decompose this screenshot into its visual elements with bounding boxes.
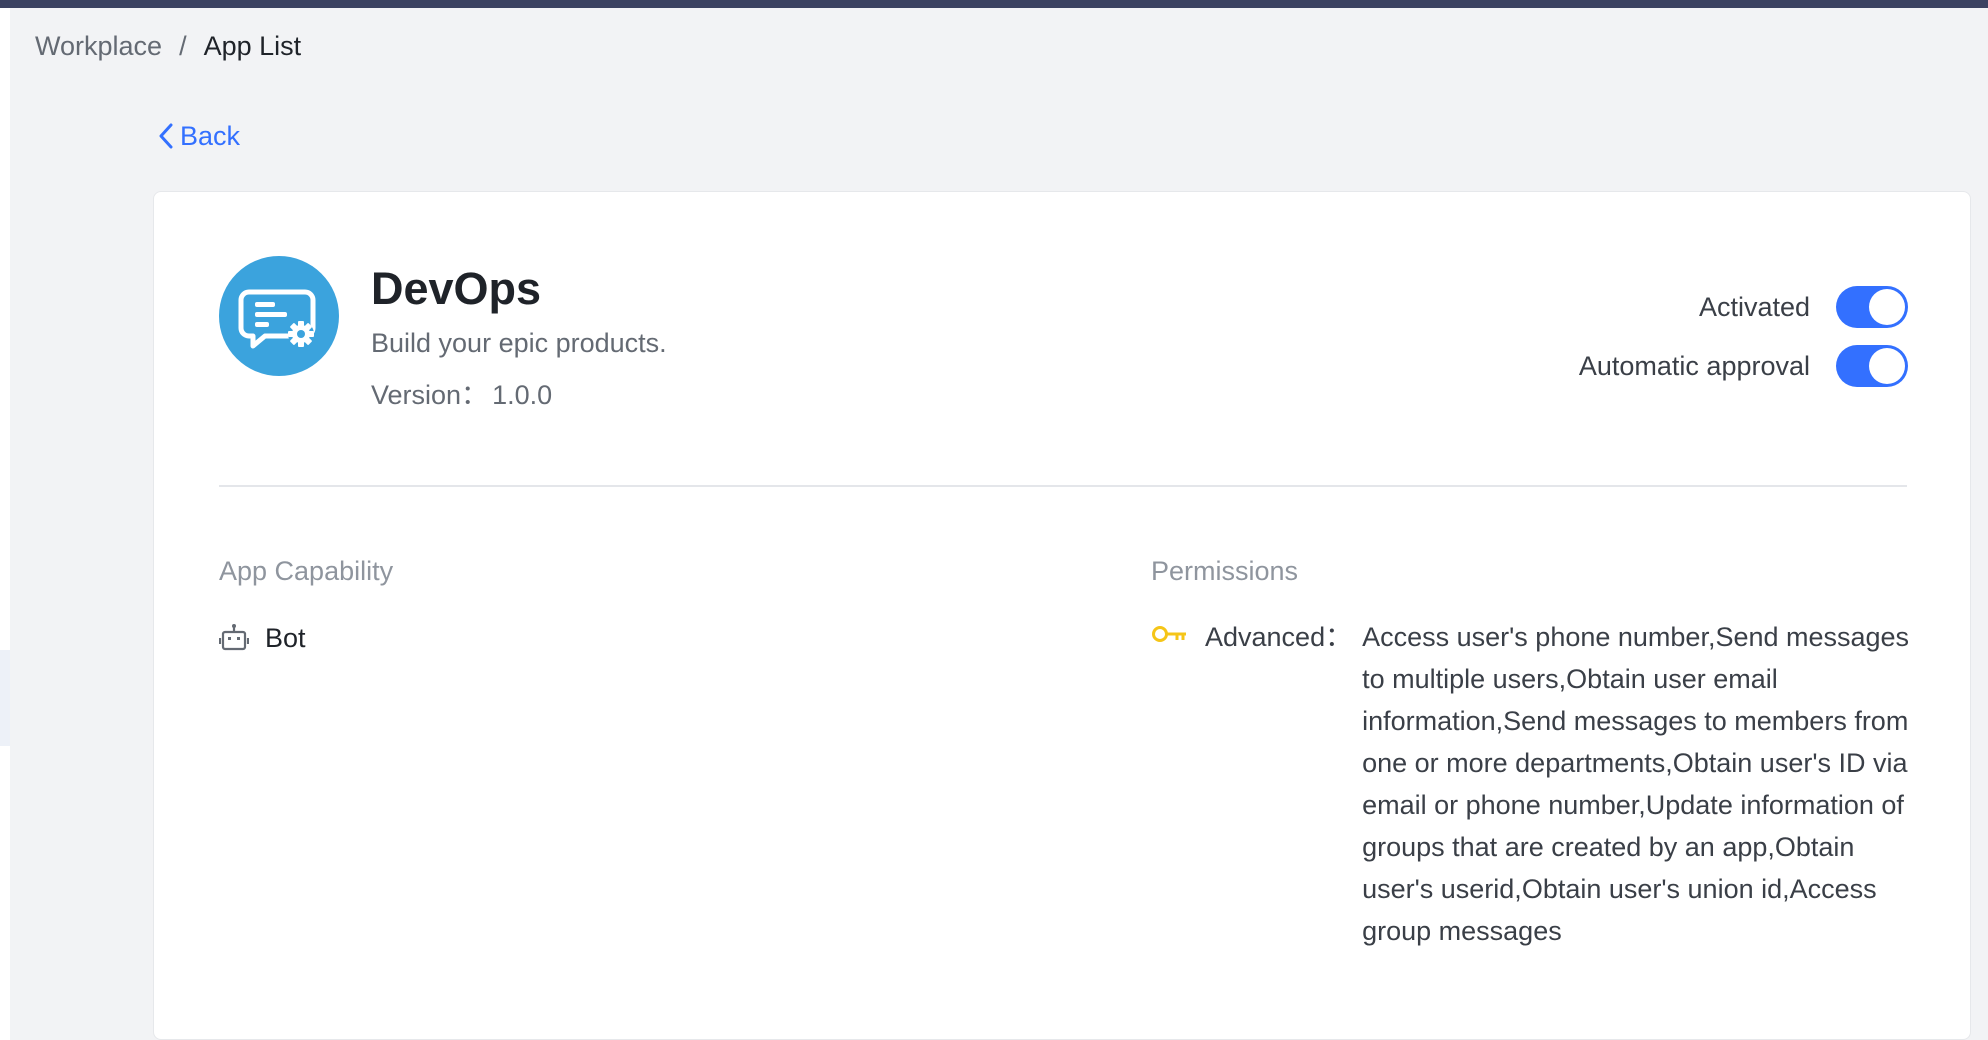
- chat-bot-gear-icon: [238, 289, 316, 349]
- breadcrumb: Workplace / App List: [35, 28, 301, 64]
- permission-description: Access user's phone number,Send messages…: [1362, 622, 1910, 946]
- app-description: Build your epic products.: [371, 328, 667, 358]
- capability-item-bot: Bot: [219, 620, 306, 656]
- version-label: Version：: [371, 380, 489, 410]
- app-name: DevOps: [371, 263, 542, 314]
- robot-icon: [219, 624, 249, 651]
- divider: [219, 485, 1907, 487]
- automatic-approval-toggle-row: Automatic approval: [1579, 344, 1908, 388]
- app-detail-card: DevOps Build your epic products. Version…: [153, 191, 1971, 1040]
- automatic-approval-switch[interactable]: [1836, 345, 1908, 387]
- activated-label: Activated: [1698, 291, 1810, 322]
- permission-item-advanced: Advanced： Access user's phone number,Sen…: [1151, 616, 1920, 952]
- permission-level-label: Advanced：: [1205, 622, 1353, 652]
- back-label: Back: [180, 120, 241, 151]
- chevron-left-icon: [159, 123, 173, 149]
- switch-knob: [1869, 348, 1905, 384]
- capability-label: Bot: [265, 622, 306, 653]
- breadcrumb-separator: /: [179, 30, 187, 61]
- version-value: 1.0.0: [492, 380, 553, 410]
- automatic-approval-label: Automatic approval: [1578, 350, 1810, 381]
- permissions-title: Permissions: [1151, 556, 1299, 586]
- key-icon: [1152, 626, 1186, 642]
- app-logo: [219, 256, 339, 376]
- left-sidebar-strip: [0, 8, 10, 1040]
- switch-knob: [1869, 289, 1905, 325]
- app-capability-title: App Capability: [219, 556, 394, 586]
- top-bar: [0, 0, 1988, 8]
- sidebar-selected-marker: [0, 650, 10, 746]
- activated-toggle-row: Activated: [1699, 285, 1908, 329]
- app-version: Version： 1.0.0: [371, 378, 552, 412]
- breadcrumb-item-workplace[interactable]: Workplace: [35, 31, 162, 62]
- back-button[interactable]: Back: [158, 118, 240, 154]
- breadcrumb-item-app-list: App List: [203, 30, 302, 61]
- activated-switch[interactable]: [1836, 286, 1908, 328]
